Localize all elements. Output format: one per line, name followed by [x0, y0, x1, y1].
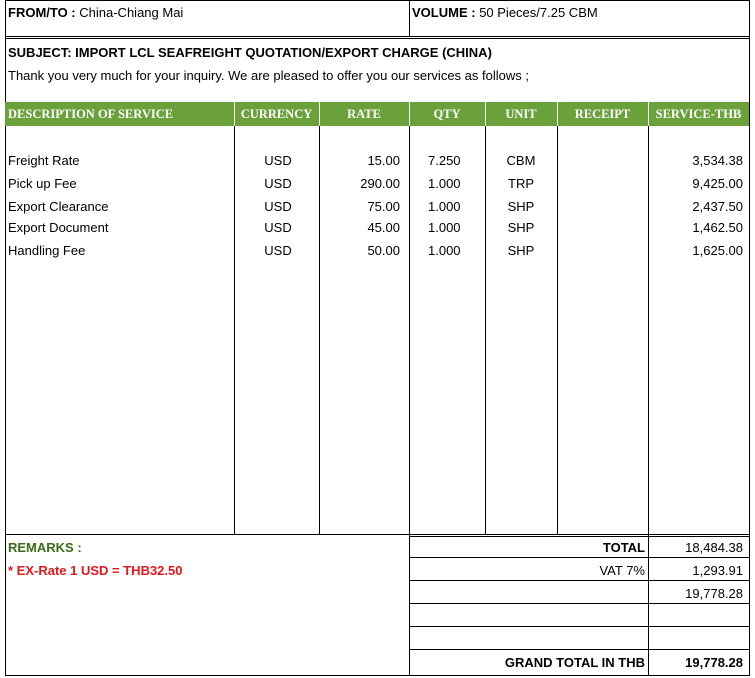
row-qty: 1.000 — [428, 243, 461, 258]
row-rate: 290.00 — [360, 176, 400, 191]
row-description: Export Clearance — [8, 199, 109, 214]
row-unit: TRP — [508, 176, 534, 191]
volume-field: VOLUME : 50 Pieces/7.25 CBM — [412, 5, 598, 21]
totals-line-4 — [409, 626, 750, 627]
col-line-3 — [409, 126, 410, 675]
column-header-currency: CURRENCY — [240, 107, 313, 121]
from-to-label: FROM/TO : — [8, 5, 76, 20]
row-qty: 1.000 — [428, 176, 461, 191]
column-header-qty: QTY — [433, 107, 461, 121]
row-unit: SHP — [507, 220, 535, 235]
row-qty: 7.250 — [428, 153, 461, 168]
row-service-thb: 2,437.50 — [692, 199, 743, 214]
row-service-thb: 1,625.00 — [692, 243, 743, 258]
column-header-service-thb: SERVICE-THB — [655, 107, 742, 121]
row-description: Export Document — [8, 220, 109, 235]
row-currency: USD — [264, 243, 292, 258]
row-unit: CBM — [506, 153, 536, 168]
row-currency: USD — [264, 176, 292, 191]
row-unit: SHP — [507, 243, 535, 258]
subtotal-value: 19,778.28 — [685, 586, 743, 601]
row-currency: USD — [264, 153, 292, 168]
col-line-5 — [557, 126, 558, 534]
total-label: TOTAL — [602, 540, 645, 555]
remarks-label: REMARKS : — [8, 540, 82, 555]
column-header-description: DESCRIPTION OF SERVICE — [8, 107, 174, 121]
row-currency: USD — [264, 220, 292, 235]
totals-line-5 — [409, 649, 750, 650]
header-divider — [409, 0, 410, 36]
row-service-thb: 1,462.50 — [692, 220, 743, 235]
totals-line-1 — [409, 557, 750, 558]
subject-title: SUBJECT: IMPORT LCL SEAFREIGHT QUOTATION… — [8, 45, 492, 60]
row-rate: 15.00 — [367, 153, 400, 168]
header-bottom-line-2 — [5, 38, 750, 39]
grand-total-label: GRAND TOTAL IN THB — [504, 655, 645, 670]
row-service-thb: 9,425.00 — [692, 176, 743, 191]
frame-top-line — [5, 0, 750, 1]
row-rate: 45.00 — [367, 220, 400, 235]
row-currency: USD — [264, 199, 292, 214]
row-description: Freight Rate — [8, 153, 80, 168]
column-header-unit: UNIT — [505, 107, 537, 121]
vat-label: VAT 7% — [599, 563, 645, 578]
volume-value: 50 Pieces/7.25 CBM — [479, 5, 598, 20]
grand-total-value: 19,778.28 — [685, 655, 743, 670]
body-bottom-line-2 — [409, 536, 750, 537]
totals-line-2 — [409, 580, 750, 581]
vat-value: 1,293.91 — [692, 563, 743, 578]
totals-line-3 — [409, 603, 750, 604]
body-bottom-line — [5, 534, 750, 535]
row-service-thb: 3,534.38 — [692, 153, 743, 168]
header-bottom-line — [5, 36, 750, 37]
row-unit: SHP — [507, 199, 535, 214]
volume-label: VOLUME : — [412, 5, 476, 20]
frame-bottom-line — [5, 675, 750, 676]
row-rate: 75.00 — [367, 199, 400, 214]
column-header-receipt: RECEIPT — [574, 107, 631, 121]
from-to-field: FROM/TO : China-Chiang Mai — [8, 5, 183, 21]
row-qty: 1.000 — [428, 220, 461, 235]
column-header-rate: RATE — [347, 107, 381, 121]
row-rate: 50.00 — [367, 243, 400, 258]
total-value: 18,484.38 — [685, 540, 743, 555]
exchange-rate-note: * EX-Rate 1 USD = THB32.50 — [8, 563, 183, 578]
frame-right-line — [749, 0, 750, 675]
row-qty: 1.000 — [428, 199, 461, 214]
subject-intro: Thank you very much for your inquiry. We… — [8, 68, 529, 83]
col-line-1 — [234, 126, 235, 534]
from-to-value: China-Chiang Mai — [79, 5, 184, 20]
row-description: Pick up Fee — [8, 176, 77, 191]
row-description: Handling Fee — [8, 243, 86, 258]
